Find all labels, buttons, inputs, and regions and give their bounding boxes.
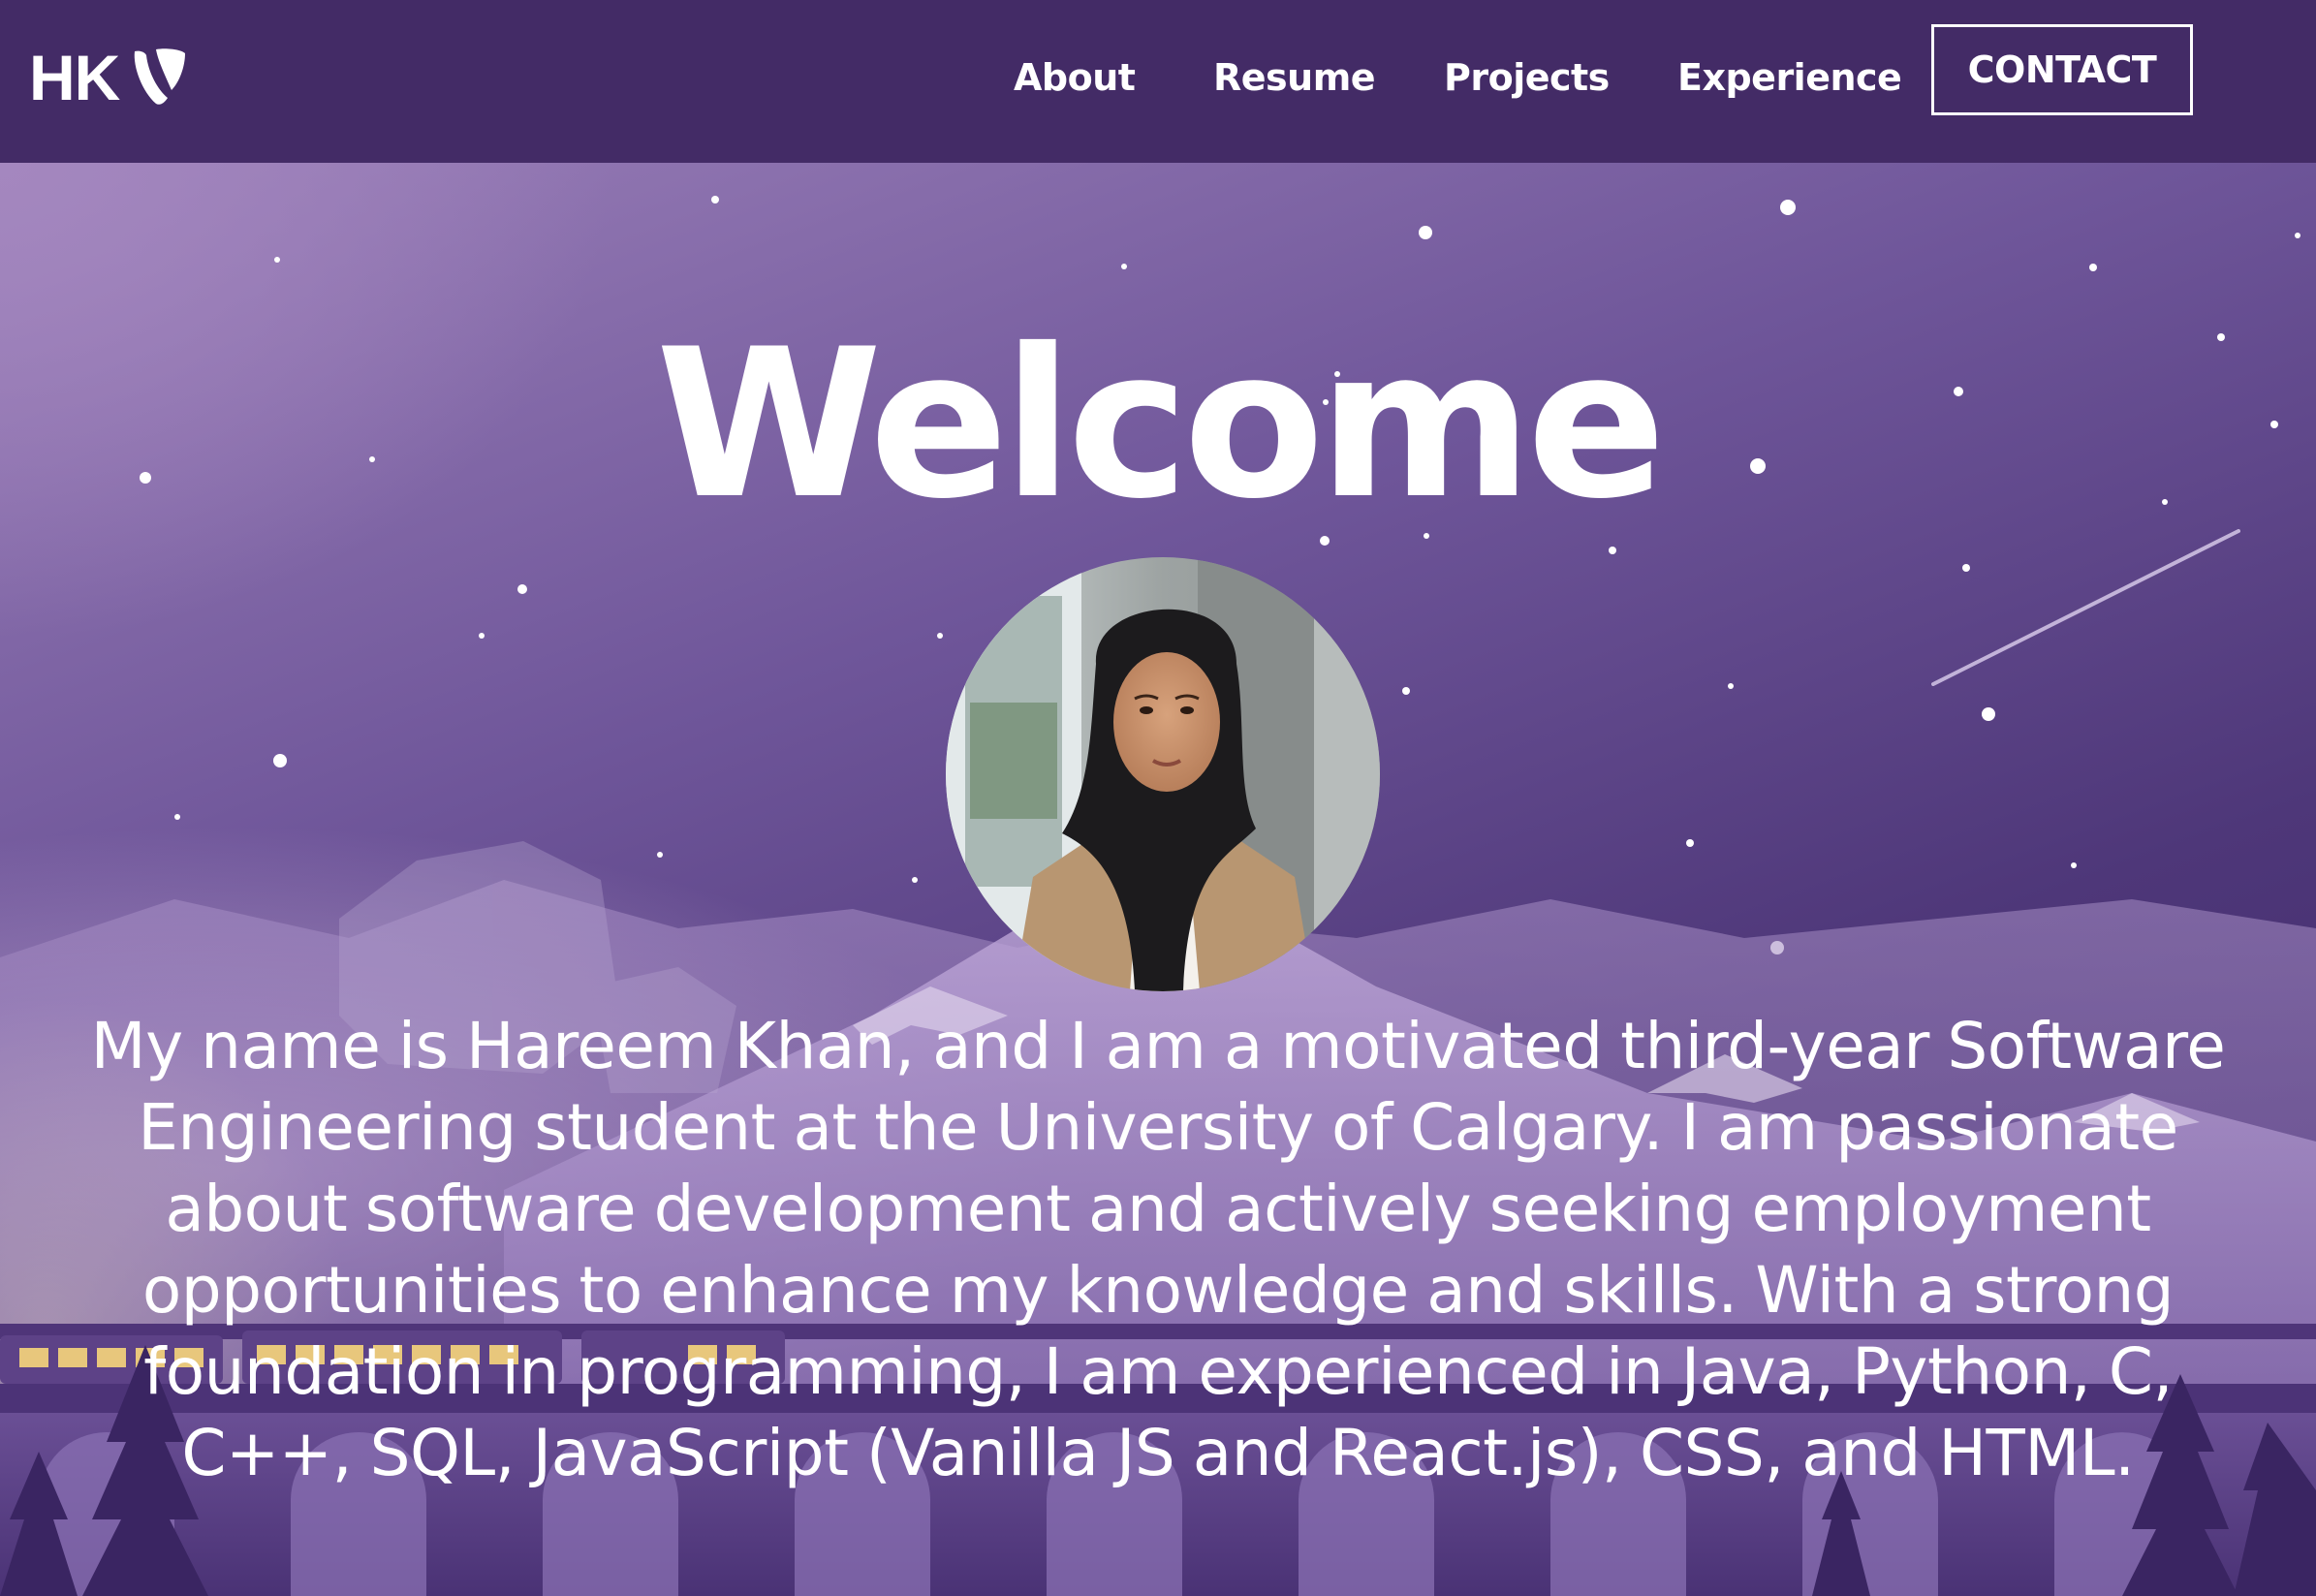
site-logo[interactable]: HK [29, 39, 187, 116]
logo-text: HK [29, 42, 120, 113]
contact-button[interactable]: CONTACT [1931, 24, 2193, 115]
avatar [946, 557, 1380, 991]
nav-resume-link[interactable]: Resume [1213, 56, 1376, 99]
hero-section: Welcome My name is Hareem Khan, and I am… [0, 163, 2316, 1596]
typo3-icon [129, 47, 187, 108]
nav-about-link[interactable]: About [1014, 56, 1136, 99]
profile-photo [946, 557, 1380, 991]
welcome-heading: Welcome [655, 304, 1667, 544]
page: HK About Resume Projects Experience CONT… [0, 0, 2316, 1596]
nav-projects-link[interactable]: Projects [1444, 56, 1610, 99]
shooting-star [1931, 529, 2240, 686]
top-navbar: HK About Resume Projects Experience CONT… [0, 0, 2316, 163]
nav-experience-link[interactable]: Experience [1677, 56, 1902, 99]
intro-paragraph: My name is Hareem Khan, and I am a motiv… [90, 1009, 2226, 1490]
